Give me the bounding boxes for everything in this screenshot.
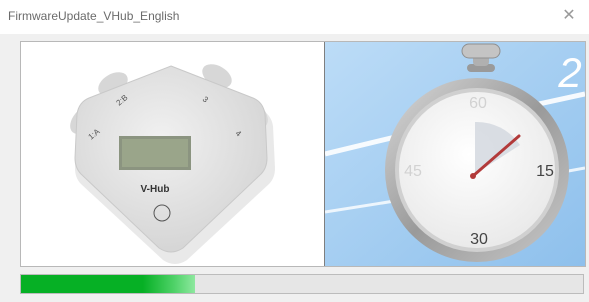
window-title: FirmwareUpdate_VHub_English — [8, 9, 180, 23]
device-illustration-pane: 1:A 2:B 3 4 V-Hub — [21, 42, 324, 266]
dial-label-right: 15 — [536, 163, 554, 180]
progress-fill — [21, 275, 196, 293]
stopwatch-pane: 60 15 30 45 2 — [324, 42, 585, 266]
title-bar: FirmwareUpdate_VHub_English ✕ — [0, 0, 589, 34]
countdown-number: 2 — [557, 49, 581, 96]
update-progress-bar — [20, 274, 584, 294]
vhub-device-image: 1:A 2:B 3 4 V-Hub — [70, 64, 275, 264]
animation-panel: 1:A 2:B 3 4 V-Hub 60 15 30 45 2 — [20, 41, 586, 267]
dial-label-left: 45 — [404, 163, 422, 180]
dial-label-top: 60 — [469, 95, 487, 112]
close-icon: ✕ — [562, 7, 576, 24]
close-button[interactable]: ✕ — [549, 0, 589, 30]
dial-label-bottom: 30 — [470, 231, 488, 248]
stopwatch-image: 60 15 30 45 2 — [324, 42, 585, 266]
device-name: V-Hub — [141, 184, 170, 195]
